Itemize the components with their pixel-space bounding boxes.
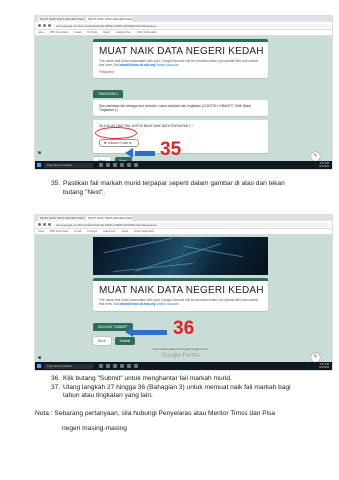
reload-icon[interactable]: [48, 24, 51, 27]
taskbar-clock: 2:37 PM 6/7/2021: [319, 162, 329, 168]
app-icon[interactable]: [134, 364, 138, 368]
account-email: ismail@moe-dl.edu.my: [119, 63, 156, 68]
form-description: The name and photo associated with your …: [99, 59, 259, 68]
form-header-card: MUAT NAIK DATA NEGERI KEDAH The name and…: [93, 39, 268, 78]
app-icon[interactable]: [120, 364, 124, 368]
bookmark[interactable]: Maps: [103, 31, 109, 34]
bookmark[interactable]: Apps: [38, 31, 44, 34]
screenshot-next-step: MUAT NAIK DATA NEGERI KEDAH MUAT NAIK DA…: [35, 16, 332, 169]
browser-tab[interactable]: MUAT NAIK DATA NEGERI KEDAH: [38, 216, 84, 221]
url-field[interactable]: docs.google.com/forms/d/e/1FAIpQLSfD5o-X…: [53, 222, 329, 227]
bookmark[interactable]: Gmail: [74, 230, 81, 233]
google-forms-brand: Google Forms: [161, 352, 200, 359]
edit-fab-icon[interactable]: ✎: [311, 152, 320, 161]
app-icon[interactable]: [113, 163, 117, 167]
step-number-mark: 35: [160, 139, 182, 160]
instruction-text: Sila namakan fail sebagai kod sekolah, n…: [99, 103, 251, 112]
form-page: MUAT NAIK DATA NEGERI KEDAH The name and…: [35, 36, 332, 166]
app-icon[interactable]: [99, 163, 103, 167]
taskbar-clock: 2:37 PM 6/7/2021: [319, 363, 329, 369]
switch-account-link[interactable]: Switch account: [156, 63, 178, 67]
bookmark[interactable]: Gmail: [74, 31, 81, 34]
form-header-card: MUAT NAIK DATA NEGERI KEDAH The name and…: [93, 278, 268, 311]
note-line: Nota : Sebarang pertanyaan, sila hubungi…: [35, 410, 276, 417]
address-bar: docs.google.com/forms/d/e/1FAIpQLSfD5o-X…: [35, 22, 332, 30]
url-field[interactable]: docs.google.com/forms/d/e/1FAIpQLSfD5o-X…: [53, 23, 329, 28]
app-icon[interactable]: [106, 163, 110, 167]
note-paragraph: Nota : Sebarang pertanyaan, sila hubungi…: [35, 410, 275, 433]
bookmark[interactable]: YouTube: [87, 230, 97, 233]
bookmark[interactable]: Classroom: [103, 230, 115, 233]
arrow-head-icon: [125, 148, 133, 158]
app-icon[interactable]: [113, 364, 117, 368]
bookmark[interactable]: Other bookmarks: [137, 31, 157, 34]
pointer-arrow: [125, 148, 155, 158]
caption-36-37: 36. Klik butang "Submit" untuk menghantar…: [51, 375, 291, 400]
form-title: MUAT NAIK DATA NEGERI KEDAH: [99, 285, 264, 296]
bookmark[interactable]: Other bookmarks: [134, 230, 154, 233]
bookmark[interactable]: News: [122, 230, 129, 233]
side-arrow-icon: ■: [38, 355, 42, 361]
note-line: negeri masing-masing: [62, 424, 127, 432]
back-nav-icon[interactable]: [38, 24, 41, 27]
highlight-ring: [95, 127, 137, 140]
edit-fab-icon[interactable]: ✎: [311, 353, 320, 362]
forward-nav-icon[interactable]: [43, 223, 46, 226]
file-type-icon: ●: [104, 140, 107, 146]
form-title: MUAT NAIK DATA NEGERI KEDAH: [99, 46, 264, 57]
taskbar-search[interactable]: Type here to search: [44, 162, 93, 168]
screenshot-submit-step: MUAT NAIK DATA NEGERI KEDAH MUAT NAIK DA…: [35, 215, 332, 370]
account-email: ismail@moe-dl.edu.my: [119, 302, 156, 307]
windows-start-icon[interactable]: [37, 364, 41, 368]
form-description: The name and photo associated with your …: [99, 298, 259, 307]
section-label: TINGKATAN 1: [93, 89, 124, 98]
side-arrow-icon: ■: [38, 150, 42, 156]
required-note: *Required: [99, 69, 114, 74]
bookmark[interactable]: Google Drive: [116, 31, 131, 34]
windows-taskbar: Type here to search 2:37 PM 6/7/2021: [35, 161, 332, 169]
uploaded-file-name: KBA0077 SMK B...: [108, 141, 134, 146]
app-icon[interactable]: [99, 364, 103, 368]
back-button[interactable]: Back: [93, 336, 111, 345]
submit-button[interactable]: Submit: [114, 336, 136, 345]
bookmark[interactable]: Apps: [38, 230, 44, 233]
bookmark[interactable]: PPD Kota Setar: [50, 31, 68, 34]
back-nav-icon[interactable]: [38, 223, 41, 226]
pointer-arrow: [125, 327, 167, 337]
step-number-mark: 36: [173, 318, 195, 339]
app-icon[interactable]: [134, 163, 138, 167]
reload-icon[interactable]: [48, 223, 51, 226]
form-page: MUAT NAIK DATA NEGERI KEDAH The name and…: [35, 235, 332, 364]
browser-tab-active[interactable]: MUAT NAIK DATA NEGERI KEDAH: [86, 17, 132, 22]
instruction-card: Sila namakan fail sebagai kod sekolah, n…: [93, 99, 268, 117]
windows-taskbar: Type here to search 2:37 PM 6/7/2021: [35, 362, 332, 370]
uploaded-file-chip[interactable]: ● KBA0077 SMK B...: [99, 139, 139, 148]
section-header: TINGKATAN 1: [93, 82, 268, 100]
bookmark[interactable]: YouTube: [87, 31, 97, 34]
app-icon[interactable]: [127, 364, 131, 368]
app-icon[interactable]: [120, 163, 124, 167]
form-banner-image: [93, 237, 268, 275]
windows-start-icon[interactable]: [37, 163, 41, 167]
taskbar-search[interactable]: Type here to search: [44, 363, 93, 369]
app-icon[interactable]: [127, 163, 131, 167]
form-footer: Never submit passwords through Google Fo…: [152, 347, 209, 351]
taskbar-apps: [99, 163, 141, 167]
arrow-head-icon: [125, 327, 133, 337]
app-icon[interactable]: [106, 364, 110, 368]
bookmark[interactable]: PPD Kota Setar: [50, 230, 68, 233]
switch-account-link[interactable]: Switch account: [156, 302, 178, 306]
address-bar: docs.google.com/forms/d/e/1FAIpQLSfD5o-X…: [35, 221, 332, 229]
browser-tab-active[interactable]: MUAT NAIK DATA NEGERI KEDAH: [86, 216, 132, 221]
forward-nav-icon[interactable]: [43, 24, 46, 27]
browser-tab[interactable]: MUAT NAIK DATA NEGERI KEDAH: [38, 17, 84, 22]
taskbar-apps: [99, 364, 141, 368]
caption-35: 35. Pastikan fail markah murid terpapar s…: [51, 180, 285, 196]
